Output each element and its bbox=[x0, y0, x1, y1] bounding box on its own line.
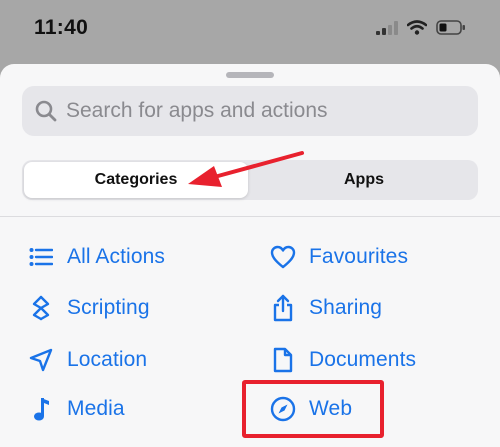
annotation-arrow bbox=[188, 151, 304, 187]
